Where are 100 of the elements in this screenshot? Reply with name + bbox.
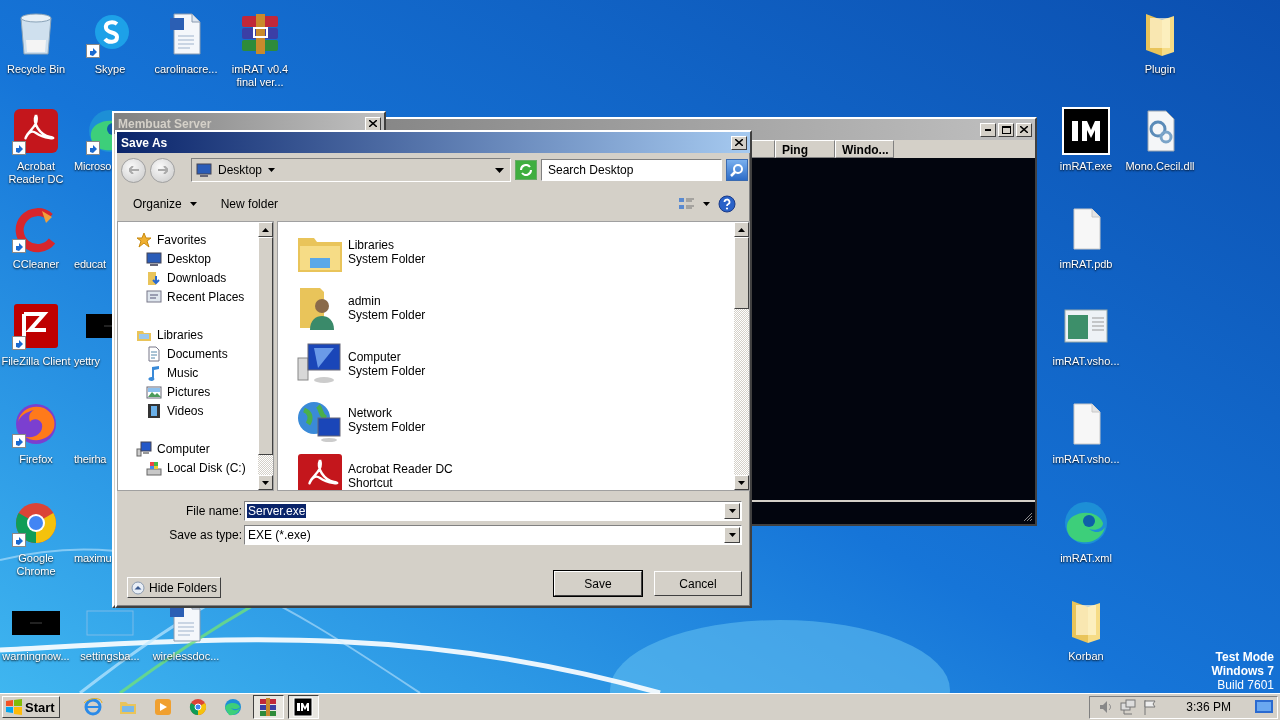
caret-icon	[262, 480, 269, 485]
nav-item[interactable]: Local Disk (C:)	[136, 458, 258, 477]
start-button[interactable]: Start	[2, 696, 60, 718]
nav-item[interactable]: Music	[136, 363, 258, 382]
item-name: Libraries	[348, 238, 396, 252]
star-icon	[136, 231, 152, 248]
desktop-icon-label[interactable]: Plugin	[1144, 63, 1176, 76]
file-item[interactable]: Acrobat Reader DC Shortcut	[296, 452, 734, 490]
nav-item[interactable]: Libraries	[136, 325, 258, 344]
desktop-icon-label[interactable]: Recycle Bin	[6, 63, 66, 76]
column-header[interactable]: Ping	[775, 140, 835, 158]
desktop-icon-label[interactable]: CCleaner	[12, 258, 60, 271]
dropdown-caret-icon	[495, 167, 504, 173]
show-desktop-button[interactable]	[1255, 699, 1273, 715]
dialog-button[interactable]: Cancel	[654, 571, 742, 596]
toolbar-button[interactable]: New folder	[214, 194, 285, 214]
close-button[interactable]	[365, 116, 381, 131]
nav-item[interactable]: Videos	[136, 401, 258, 420]
browser-e-icon	[83, 697, 104, 717]
close-button[interactable]	[731, 135, 747, 150]
refresh-button[interactable]	[515, 160, 537, 180]
scrollbar[interactable]	[258, 222, 273, 490]
selected-text: Server.exe	[247, 504, 307, 518]
column-header[interactable]: Windo...	[835, 140, 894, 158]
desktop-icon-label[interactable]: imRAT.exe	[1059, 160, 1113, 173]
nav-item[interactable]: Desktop	[136, 249, 258, 268]
desktop-icon-label[interactable]: imRAT v0.4 final ver...	[225, 63, 295, 89]
view-menu-button[interactable]	[701, 200, 712, 208]
acrobat-icon	[12, 107, 60, 155]
forward-arrow-icon	[157, 166, 168, 174]
file-name-field[interactable]: Server.exe	[244, 501, 742, 521]
help-icon	[718, 195, 736, 213]
desktop-icon-label[interactable]: imRAT.vsho...	[1052, 355, 1120, 368]
nav-item[interactable]: Downloads	[136, 268, 258, 287]
desktop-icon-label[interactable]: Microso	[74, 160, 112, 173]
desktop-icon-label[interactable]: imRAT.xml	[1060, 552, 1112, 565]
resize-grip-icon[interactable]	[1023, 512, 1033, 522]
desktop-icon-label[interactable]: imRAT.pdb	[1059, 258, 1113, 271]
nav-item[interactable]: Computer	[136, 439, 258, 458]
address-text: Desktop	[218, 163, 263, 177]
clock[interactable]: 3:36 PM	[1186, 700, 1231, 714]
item-name: admin	[348, 294, 382, 308]
search-button[interactable]	[726, 159, 748, 181]
scroll-down-button[interactable]	[258, 475, 273, 490]
item-type: System Folder	[348, 308, 426, 322]
desktop-icon-label[interactable]: carolinacre...	[154, 63, 218, 76]
field-label: File name:	[184, 504, 242, 518]
action-center-button[interactable]	[1142, 699, 1159, 715]
caret-icon	[728, 509, 736, 513]
maximize-icon	[1001, 125, 1011, 134]
scroll-up-button[interactable]	[258, 222, 273, 237]
item-type: System Folder	[348, 364, 426, 378]
nav-item[interactable]: Pictures	[136, 382, 258, 401]
desktop-icon-label[interactable]: Korban	[1068, 650, 1104, 663]
dropdown-button[interactable]	[724, 503, 740, 519]
monitor-icon	[146, 250, 162, 267]
computer-icon	[136, 440, 152, 457]
file-type-dropdown[interactable]: EXE (*.exe)	[244, 525, 742, 545]
scroll-up-button[interactable]	[734, 222, 749, 237]
windows-flag-icon	[5, 699, 23, 715]
minimize-icon	[985, 128, 991, 131]
system-notice-text: Test Mode	[1215, 650, 1274, 664]
desktop-icon-label[interactable]: Acrobat Reader DC	[1, 160, 71, 186]
file-item[interactable]: Network System Folder	[296, 396, 734, 444]
scroll-down-button[interactable]	[734, 475, 749, 490]
monitor-icon	[1255, 699, 1273, 715]
field-label: Save as type:	[168, 528, 242, 542]
toolbar-button[interactable]: Organize	[127, 194, 203, 214]
nav-item[interactable]: Recent Places	[136, 287, 258, 306]
hide-folders-button[interactable]: Hide Folders	[127, 577, 222, 598]
app-logo-icon	[293, 697, 314, 717]
taskbar-app-button[interactable]	[287, 695, 319, 719]
nav-item[interactable]: Documents	[136, 344, 258, 363]
taskbar-app-button[interactable]	[252, 695, 284, 719]
scrollbar-thumb[interactable]	[258, 237, 273, 455]
scrollbar-thumb[interactable]	[734, 237, 749, 309]
close-icon	[735, 139, 743, 146]
search-field[interactable]: Search Desktop	[541, 159, 722, 181]
desktop-icon-label[interactable]: imRAT.vsho...	[1052, 453, 1120, 466]
scrollbar[interactable]	[734, 222, 749, 490]
dropdown-button[interactable]	[724, 527, 740, 543]
maximize-button[interactable]	[998, 122, 1014, 137]
item-type: System Folder	[348, 420, 426, 434]
address-bar[interactable]: Desktop	[191, 158, 511, 182]
close-button[interactable]	[1016, 122, 1032, 137]
desktop-icon-label[interactable]: Mono.Cecil.dll	[1125, 160, 1195, 173]
caret-icon	[728, 533, 736, 537]
dialog-button[interactable]: Save	[554, 571, 642, 596]
desktop-icon-label[interactable]: Skype	[94, 63, 126, 76]
desktop-icon-label[interactable]: educat	[74, 258, 106, 271]
help-button[interactable]	[716, 193, 738, 215]
back-arrow-icon	[128, 166, 139, 174]
file-item[interactable]: Libraries System Folder	[296, 228, 734, 276]
nav-item[interactable]: Favorites	[136, 230, 258, 249]
view-list-icon	[679, 197, 695, 211]
swirl-logo-icon	[223, 697, 244, 717]
system-notice-text: Build 7601	[1217, 678, 1274, 692]
file-item[interactable]: admin System Folder	[296, 284, 734, 332]
file-item[interactable]: Computer System Folder	[296, 340, 734, 388]
minimize-button[interactable]	[980, 122, 996, 137]
